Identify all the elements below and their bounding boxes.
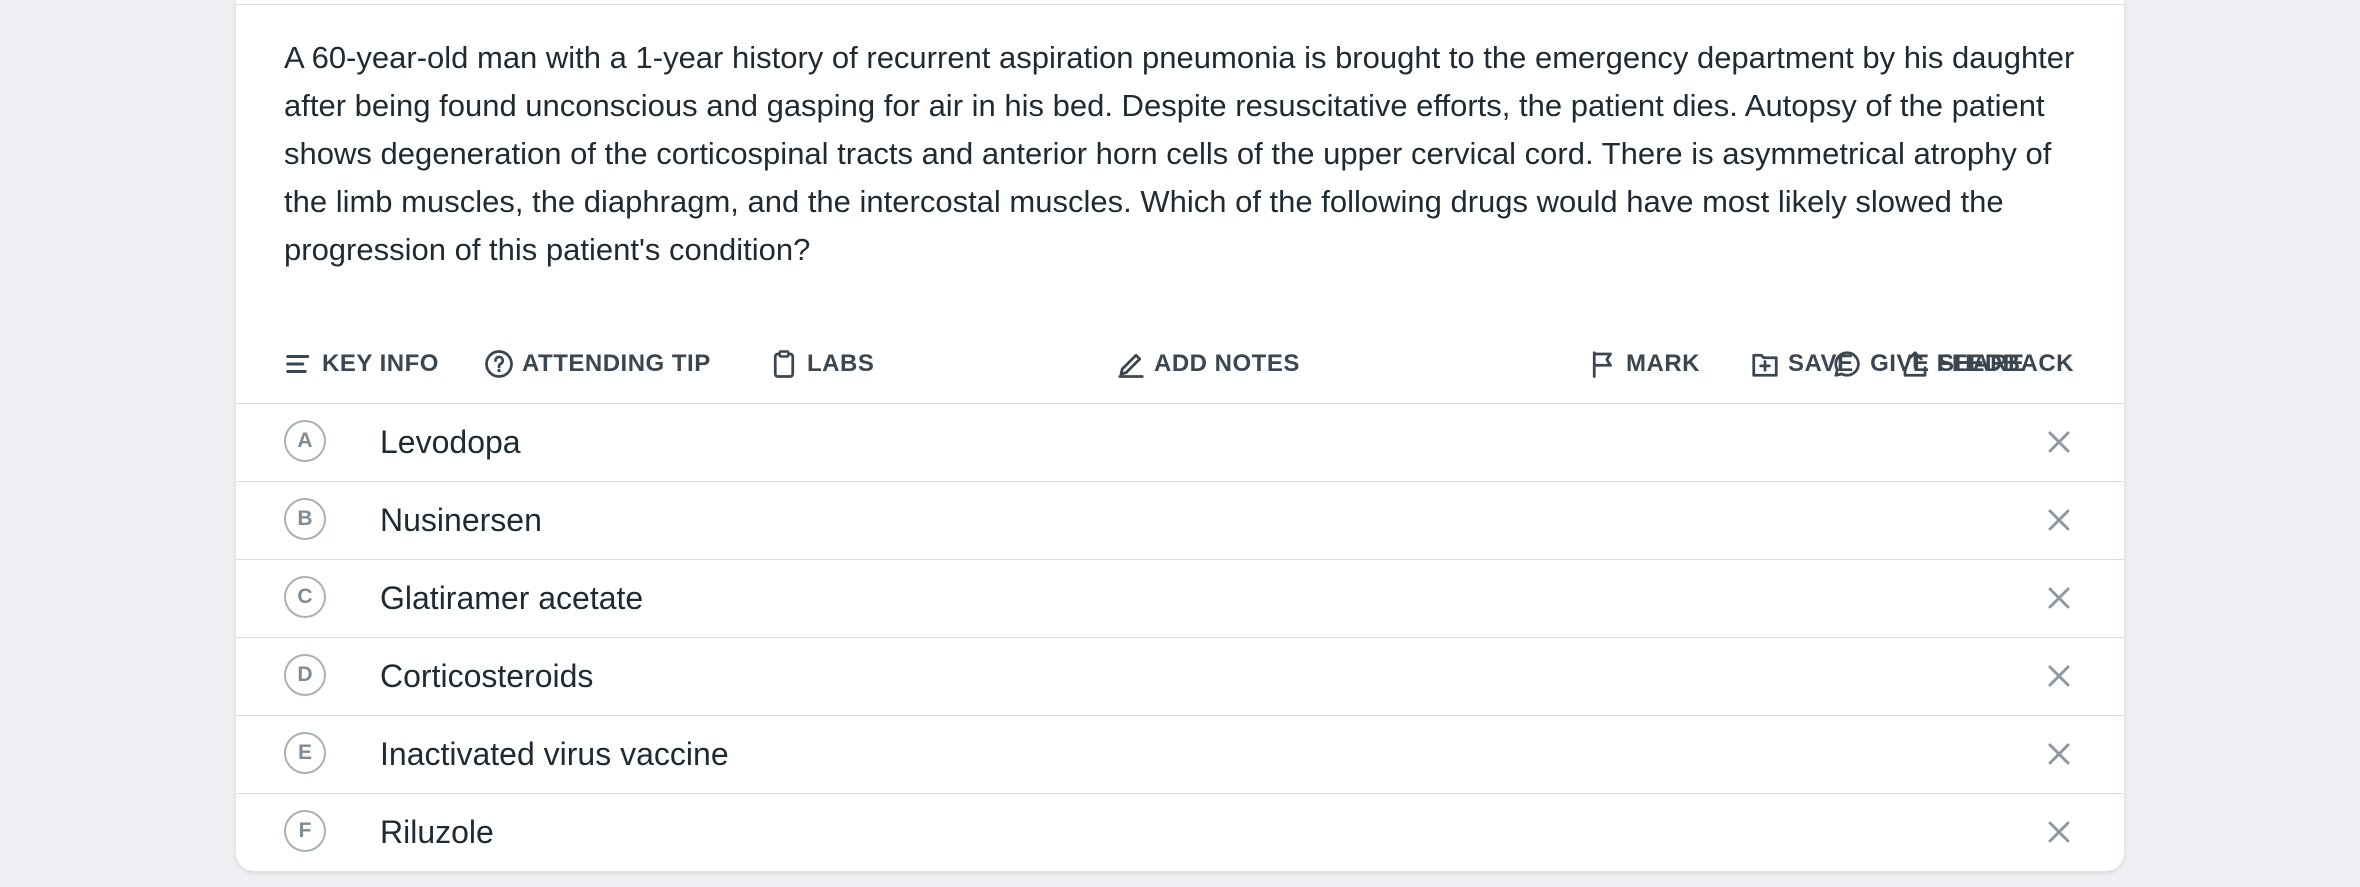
add-notes-button[interactable]: ADD NOTES: [1116, 342, 1300, 386]
strike-out-button[interactable]: [2042, 659, 2076, 693]
question-stem: A 60-year-old man with a 1-year history …: [284, 40, 2075, 267]
folder-plus-icon: [1752, 353, 1778, 377]
question-toolbar: KEY INFO ATTENDING TIP LABS ADD NOTES MA…: [284, 342, 2084, 386]
answer-option-c[interactable]: C Glatiramer acetate: [236, 559, 2124, 637]
close-icon: [2048, 743, 2070, 765]
clipboard-icon: [773, 350, 795, 378]
option-text: Nusinersen: [380, 502, 542, 538]
option-letter-badge: E: [284, 732, 326, 774]
close-icon: [2048, 431, 2070, 453]
mark-label: MARK: [1626, 350, 1700, 377]
answer-option-d[interactable]: D Corticosteroids: [236, 637, 2124, 715]
key-info-label: KEY INFO: [322, 350, 439, 377]
answer-option-e[interactable]: E Inactivated virus vaccine: [236, 715, 2124, 793]
divider: [236, 0, 2124, 5]
option-letter-badge: B: [284, 498, 326, 540]
add-notes-label: ADD NOTES: [1154, 350, 1300, 377]
labs-button[interactable]: LABS: [769, 342, 874, 386]
close-icon: [2048, 665, 2070, 687]
close-icon: [2048, 821, 2070, 843]
option-text: Corticosteroids: [380, 658, 594, 694]
labs-label: LABS: [807, 350, 875, 377]
strike-out-button[interactable]: [2042, 815, 2076, 849]
attending-tip-label: ATTENDING TIP: [522, 350, 711, 377]
close-icon: [2048, 509, 2070, 531]
strike-out-button[interactable]: [2042, 737, 2076, 771]
option-letter-badge: A: [284, 420, 326, 462]
option-text: Riluzole: [380, 814, 494, 850]
answer-option-b[interactable]: B Nusinersen: [236, 481, 2124, 559]
answer-option-f[interactable]: F Riluzole: [236, 793, 2124, 871]
question-card: A 60-year-old man with a 1-year history …: [236, 0, 2124, 871]
flag-icon: [1592, 351, 1612, 378]
answer-options: A Levodopa B Nusinersen C Glatiramer ace…: [236, 403, 2124, 871]
key-info-button[interactable]: KEY INFO: [284, 342, 439, 386]
speech-bubble-icon: [1834, 351, 1860, 377]
strike-out-button[interactable]: [2042, 503, 2076, 537]
give-feedback-label: GIVE FEEDBACK: [1870, 350, 2074, 377]
option-text: Glatiramer acetate: [380, 580, 644, 616]
give-feedback-button[interactable]: GIVE FEEDBACK: [1832, 342, 2074, 386]
lines-icon: [286, 355, 310, 373]
attending-tip-button[interactable]: ATTENDING TIP: [484, 342, 711, 386]
close-icon: [2048, 587, 2070, 609]
option-letter-badge: F: [284, 810, 326, 852]
strike-out-button[interactable]: [2042, 425, 2076, 459]
answer-option-a[interactable]: A Levodopa: [236, 403, 2124, 481]
mark-button[interactable]: MARK: [1588, 342, 1700, 386]
option-letter-badge: C: [284, 576, 326, 618]
option-letter-badge: D: [284, 654, 326, 696]
question-circle-icon: [485, 350, 513, 378]
option-text: Levodopa: [380, 424, 521, 460]
option-text: Inactivated virus vaccine: [380, 736, 729, 772]
pencil-icon: [1118, 353, 1144, 378]
strike-out-button[interactable]: [2042, 581, 2076, 615]
